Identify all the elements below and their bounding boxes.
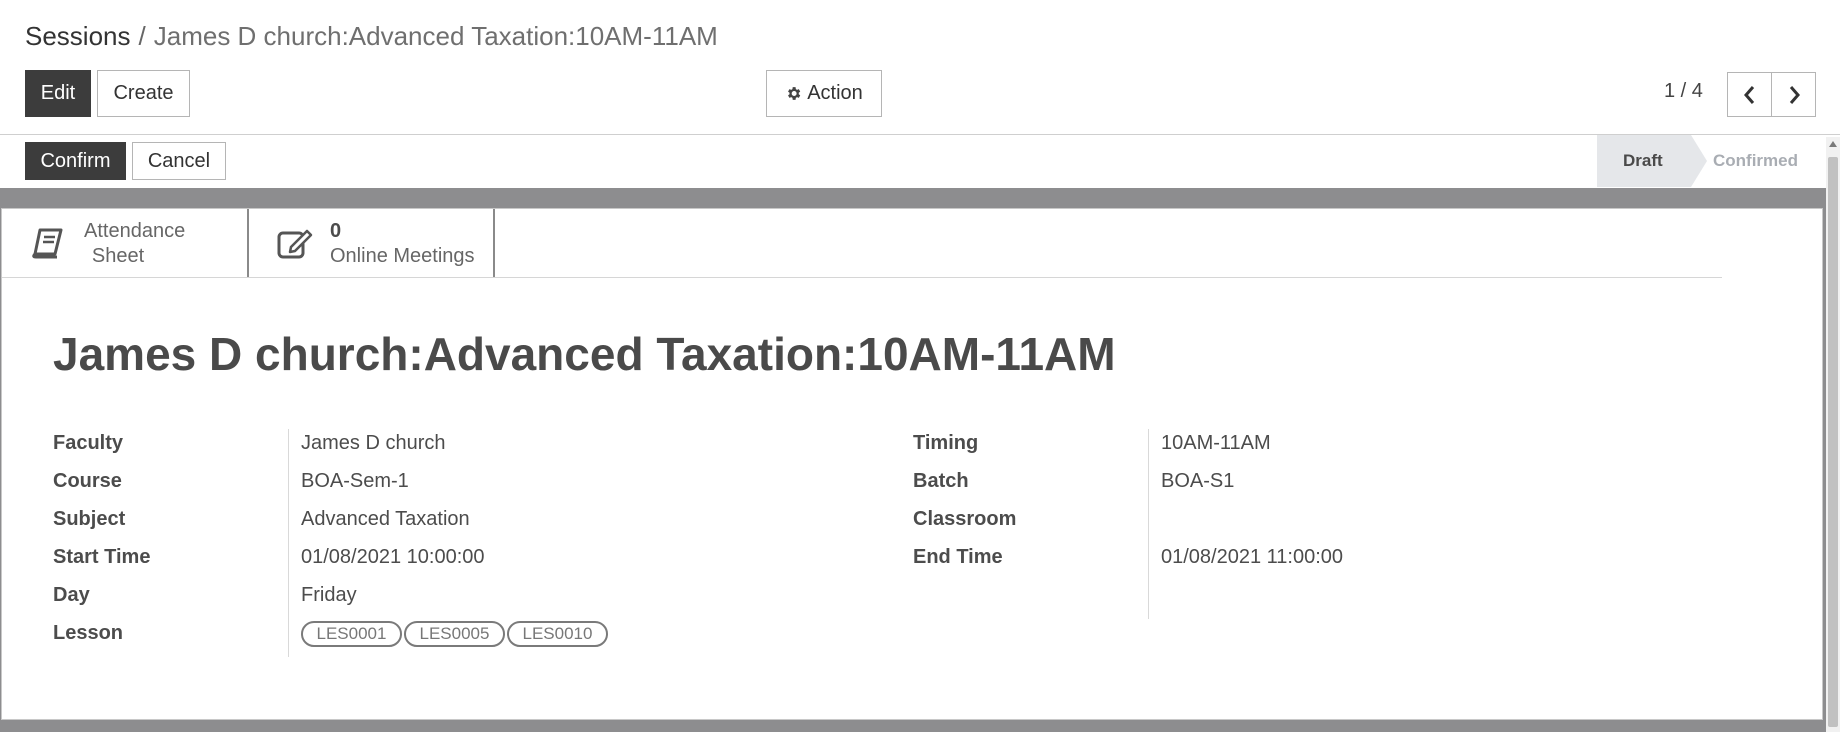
attendance-label-line1: Attendance — [84, 220, 186, 242]
left-column-divider — [288, 429, 289, 657]
confirm-button[interactable]: Confirm — [25, 142, 126, 180]
edit-icon — [277, 227, 313, 264]
faculty-value: James D church — [301, 432, 446, 454]
pager-previous-button[interactable] — [1727, 72, 1772, 117]
lesson-tag[interactable]: LES0001 — [301, 621, 402, 647]
online-meetings-label: Online Meetings — [330, 245, 475, 267]
day-label: Day — [53, 584, 90, 606]
breadcrumb-sessions-link[interactable]: Sessions — [25, 21, 131, 51]
lesson-tag[interactable]: LES0005 — [404, 621, 505, 647]
book-icon — [31, 227, 65, 264]
scroll-up-icon[interactable] — [1829, 141, 1837, 147]
action-label: Action — [807, 82, 863, 104]
breadcrumb: Sessions / James D church:Advanced Taxatio… — [25, 21, 718, 52]
status-step-confirmed[interactable]: Confirmed — [1713, 151, 1798, 171]
breadcrumb-separator: / — [138, 21, 146, 51]
pager-value: 1 / 4 — [1664, 80, 1703, 102]
timing-label: Timing — [913, 432, 979, 454]
create-button[interactable]: Create — [97, 70, 190, 117]
status-step-draft-label: Draft — [1623, 151, 1663, 170]
day-value: Friday — [301, 584, 357, 606]
attendance-label-line2: Sheet — [91, 245, 145, 267]
course-value: BOA-Sem-1 — [301, 470, 409, 492]
form-sheet: Attendance Sheet 0 Online Meetings James… — [1, 208, 1823, 720]
online-meetings-button[interactable]: 0 Online Meetings — [249, 209, 495, 277]
online-meetings-count: 0 — [330, 220, 342, 242]
end-time-value: 01/08/2021 11:00:00 — [1161, 546, 1344, 568]
scrollbar-thumb[interactable] — [1828, 157, 1838, 727]
chevron-left-icon — [1743, 85, 1757, 105]
cancel-button[interactable]: Cancel — [132, 142, 226, 180]
batch-value: BOA-S1 — [1161, 470, 1235, 492]
edit-button[interactable]: Edit — [25, 70, 91, 117]
attendance-sheet-button[interactable]: Attendance Sheet — [2, 209, 249, 277]
timing-value: 10AM-11AM — [1161, 432, 1271, 454]
classroom-label: Classroom — [913, 508, 1017, 530]
status-steps: Draft Confirmed — [1597, 135, 1823, 187]
breadcrumb-current: James D church:Advanced Taxation:10AM-11… — [153, 21, 718, 51]
status-bar: Confirm Cancel Draft Confirmed — [0, 135, 1840, 187]
faculty-label: Faculty — [53, 432, 124, 454]
gear-icon — [785, 85, 802, 102]
batch-label: Batch — [913, 470, 969, 492]
right-column-divider — [1148, 429, 1149, 619]
end-time-label: End Time — [913, 546, 1003, 568]
start-time-label: Start Time — [53, 546, 151, 568]
lesson-label: Lesson — [53, 622, 124, 644]
scrollbar[interactable] — [1826, 137, 1840, 732]
chevron-right-icon — [1787, 85, 1801, 105]
record-title: James D church:Advanced Taxation:10AM-11… — [53, 328, 1116, 380]
control-panel: Sessions / James D church:Advanced Taxatio… — [0, 0, 1840, 135]
pager-next-button[interactable] — [1771, 72, 1816, 117]
subject-label: Subject — [53, 508, 126, 530]
lesson-tag[interactable]: LES0010 — [507, 621, 608, 647]
course-label: Course — [53, 470, 122, 492]
subject-value: Advanced Taxation — [301, 508, 470, 530]
start-time-value: 01/08/2021 10:00:00 — [301, 546, 485, 568]
status-step-arrow — [1691, 135, 1707, 187]
smart-button-box: Attendance Sheet 0 Online Meetings — [2, 209, 1722, 278]
action-button[interactable]: Action — [766, 70, 882, 117]
